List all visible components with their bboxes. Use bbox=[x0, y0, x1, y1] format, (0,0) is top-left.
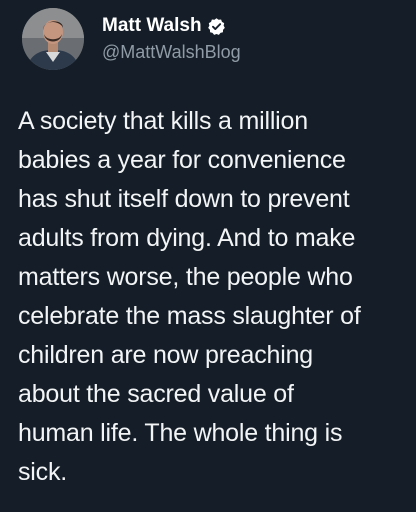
tweet-card: Matt Walsh @MattWalshBlog A society that… bbox=[0, 0, 416, 512]
display-name-row[interactable]: Matt Walsh bbox=[102, 14, 241, 38]
tweet-text-line: matters worse, the people who bbox=[18, 263, 353, 291]
tweet-header: Matt Walsh @MattWalshBlog bbox=[22, 8, 241, 70]
tweet-text-line: human life. The whole thing is bbox=[18, 419, 343, 447]
verified-badge-icon bbox=[207, 17, 226, 36]
user-handle[interactable]: @MattWalshBlog bbox=[102, 40, 241, 64]
tweet-text-line: babies a year for convenience bbox=[18, 146, 346, 174]
tweet-text-line: has shut itself down to prevent bbox=[18, 185, 350, 213]
tweet-text-line: celebrate the mass slaughter of bbox=[18, 302, 361, 330]
tweet-text-line: children are now preaching bbox=[18, 341, 313, 369]
tweet-text-line: A society that kills a million bbox=[18, 107, 308, 135]
avatar-photo-icon bbox=[22, 8, 84, 70]
tweet-text-line: sick. bbox=[18, 458, 68, 486]
avatar[interactable] bbox=[22, 8, 84, 70]
display-name[interactable]: Matt Walsh bbox=[102, 14, 202, 38]
tweet-text-line: about the sacred value of bbox=[18, 380, 294, 408]
author-info: Matt Walsh @MattWalshBlog bbox=[102, 14, 241, 64]
tweet-text-line: adults from dying. And to make bbox=[18, 224, 356, 252]
tweet-body: A society that kills a million babies a … bbox=[18, 102, 410, 492]
